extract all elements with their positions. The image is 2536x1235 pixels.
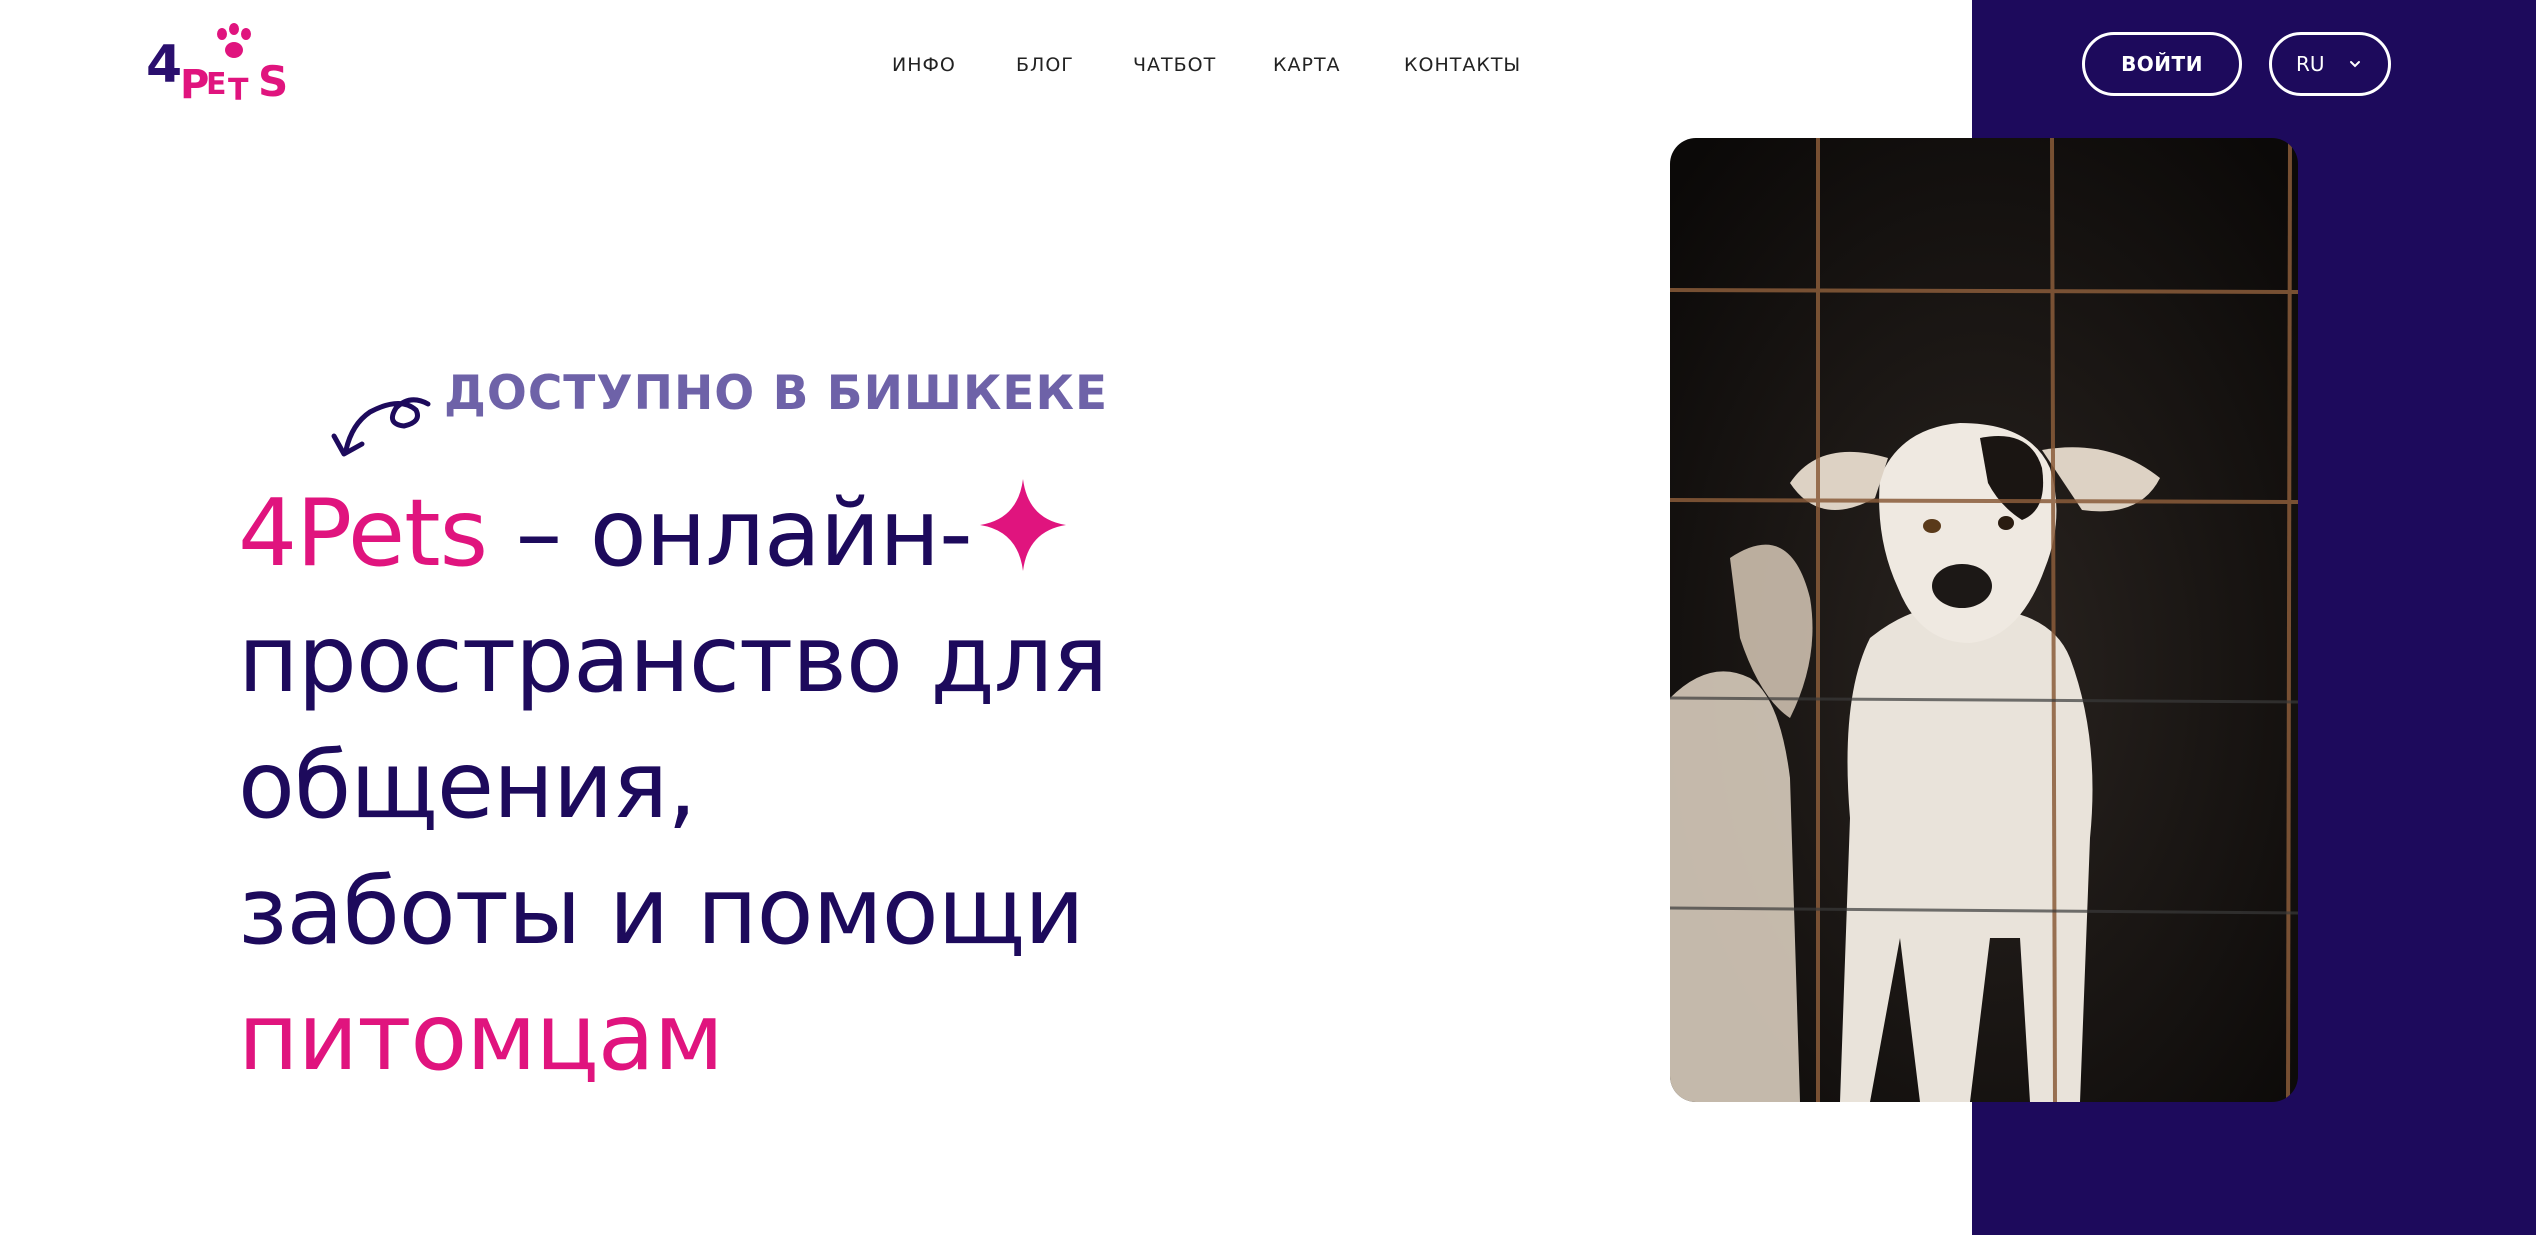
svg-text:T: T: [228, 73, 249, 108]
svg-text:P: P: [180, 62, 209, 108]
language-select[interactable]: RU: [2269, 32, 2391, 96]
sparkle-star-icon: [979, 479, 1066, 571]
headline-accent-word: питомцам: [238, 983, 724, 1091]
headline-line-2: пространство для общения,: [238, 605, 1108, 839]
headline-line-1-rest: – онлайн-: [487, 479, 973, 587]
nav-item-blog[interactable]: БЛОГ: [1016, 54, 1074, 76]
login-button[interactable]: ВОЙТИ: [2082, 32, 2242, 96]
nav-item-map[interactable]: КАРТА: [1273, 54, 1341, 76]
nav-item-contacts[interactable]: КОНТАКТЫ: [1404, 54, 1521, 76]
nav-item-chatbot[interactable]: ЧАТБОТ: [1133, 54, 1216, 76]
site-logo[interactable]: 4 P E T S: [146, 20, 306, 110]
chevron-down-icon: [2350, 61, 2360, 68]
headline-line-1: 4Pets – онлайн-: [238, 470, 1478, 596]
curved-arrow-icon: [331, 397, 431, 457]
headline-line-3-start: заботы и помощи: [238, 857, 1085, 965]
nav-item-info[interactable]: ИНФО: [892, 54, 956, 76]
svg-text:4: 4: [146, 35, 182, 95]
hero-dog-photo: [1670, 138, 2298, 1102]
svg-text:S: S: [258, 57, 288, 106]
headline-line-3: заботы и помощи питомцам: [238, 848, 1478, 1100]
headline-brand: 4Pets: [238, 479, 488, 587]
hero-tagline: ДОСТУПНО В БИШКЕКЕ: [444, 366, 1109, 421]
paw-icon: [217, 23, 251, 58]
hero-headline: 4Pets – онлайн- пространство для общения…: [238, 470, 1478, 1100]
svg-text:E: E: [206, 67, 227, 102]
language-value: RU: [2296, 52, 2325, 76]
